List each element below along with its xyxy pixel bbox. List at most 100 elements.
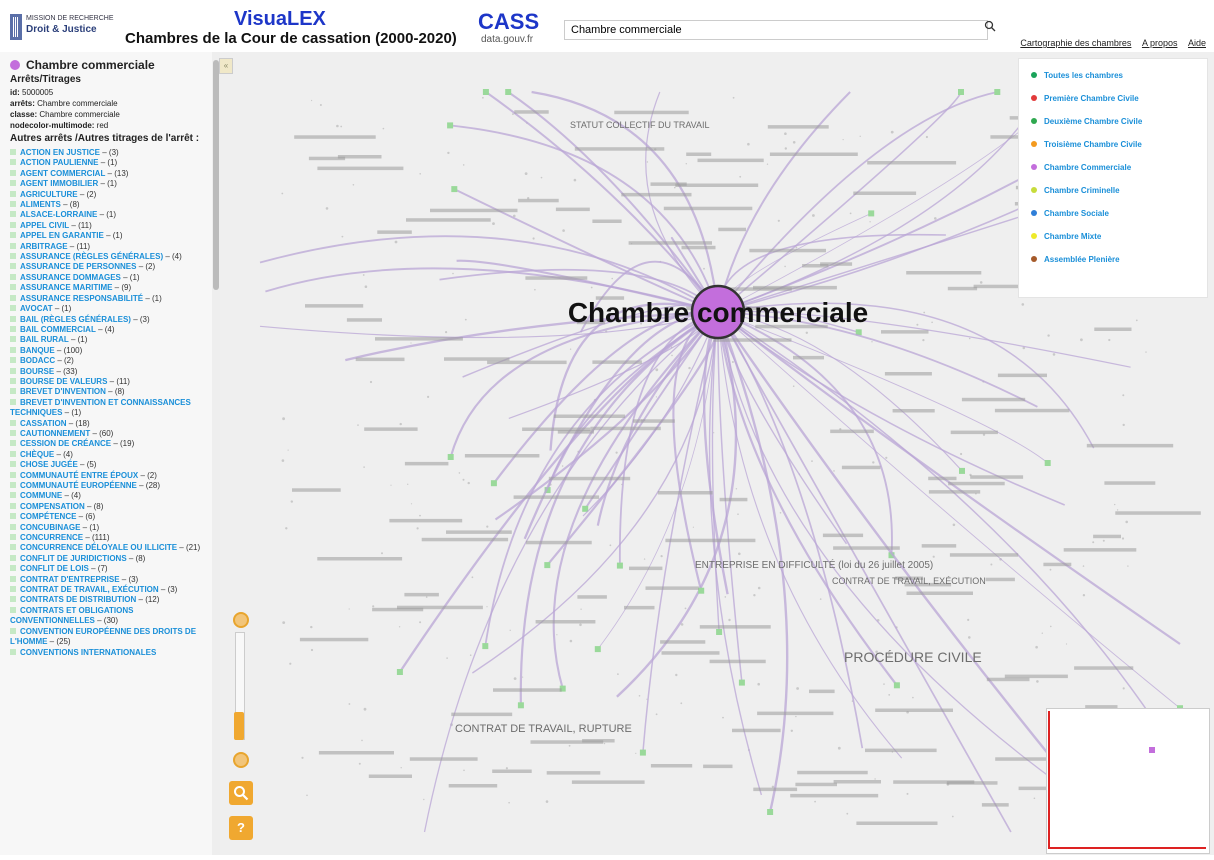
list-item-label[interactable]: CONVENTIONS INTERNATIONALES: [20, 648, 156, 657]
graph-label[interactable]: [318, 751, 394, 755]
graph-big-label[interactable]: PROCÉDURE CIVILE: [844, 649, 982, 665]
list-item[interactable]: CHOSE JUGÉE – (5): [10, 460, 208, 470]
graph-big-label[interactable]: STATUT COLLECTIF DU TRAVAIL: [570, 120, 710, 130]
cass-logo[interactable]: CASS: [478, 9, 539, 35]
zoom-out-button[interactable]: [233, 752, 249, 768]
graph-node[interactable]: [505, 89, 512, 95]
graph-label[interactable]: [661, 651, 720, 655]
graph-node[interactable]: [716, 629, 723, 635]
graph-label[interactable]: [577, 595, 607, 599]
graph-label[interactable]: [1094, 327, 1132, 332]
graph-label[interactable]: [865, 748, 937, 753]
graph-label[interactable]: [1063, 548, 1137, 552]
list-item[interactable]: BAIL RURAL – (1): [10, 335, 208, 345]
list-item-label[interactable]: ASSURANCE (RÈGLES GÉNÉRALES): [20, 252, 163, 261]
graph-label[interactable]: [530, 740, 604, 744]
legend-item[interactable]: Première Chambre Civile: [1031, 91, 1207, 105]
graph-label[interactable]: [1086, 443, 1174, 448]
graph-label[interactable]: [645, 586, 699, 590]
graph-label[interactable]: [947, 286, 978, 291]
graph-label[interactable]: [892, 409, 935, 413]
graph-label[interactable]: [822, 533, 864, 538]
list-item-label[interactable]: ASSURANCE DE PERSONNES: [20, 262, 136, 271]
graph-node[interactable]: [698, 587, 705, 594]
graph-node[interactable]: [958, 89, 964, 95]
graph-label[interactable]: [592, 219, 622, 224]
graph-label[interactable]: [525, 540, 592, 545]
list-item[interactable]: COMMUNE – (4): [10, 491, 208, 501]
list-item-label[interactable]: CAUTIONNEMENT: [20, 429, 90, 438]
list-item[interactable]: CONFLIT DE JURIDICTIONS – (8): [10, 554, 208, 564]
graph-label[interactable]: [574, 147, 665, 151]
list-item[interactable]: ASSURANCE DOMMAGES – (1): [10, 273, 208, 283]
graph-label[interactable]: [492, 769, 532, 774]
magnifier-icon[interactable]: [229, 781, 253, 805]
graph-node[interactable]: [447, 454, 454, 460]
legend-item[interactable]: Troisième Chambre Civile: [1031, 137, 1207, 151]
zoom-in-button[interactable]: [233, 612, 249, 628]
graph-label[interactable]: [421, 537, 509, 542]
graph-label[interactable]: [949, 553, 1019, 557]
graph-label[interactable]: [546, 771, 601, 775]
list-item-label[interactable]: CONFLIT DE JURIDICTIONS: [20, 554, 127, 563]
list-item[interactable]: AGENT IMMOBILIER – (1): [10, 179, 208, 189]
graph-label[interactable]: [317, 557, 403, 561]
list-item-label[interactable]: COMMUNAUTÉ EUROPÉENNE: [20, 481, 137, 490]
graph-label[interactable]: [650, 764, 693, 768]
list-item-label[interactable]: CONTRATS DE DISTRIBUTION: [20, 595, 136, 604]
list-item-label[interactable]: BOURSE: [20, 367, 54, 376]
graph-label[interactable]: [1104, 481, 1156, 485]
graph-label[interactable]: [793, 355, 824, 360]
graph-label[interactable]: [665, 538, 756, 543]
graph-label[interactable]: [853, 191, 917, 196]
graph-label[interactable]: [881, 330, 929, 334]
list-item[interactable]: CONVENTIONS INTERNATIONALES: [10, 648, 208, 658]
graph-label[interactable]: [809, 689, 835, 694]
list-item[interactable]: CONCURRENCE – (111): [10, 533, 208, 543]
list-item-label[interactable]: ASSURANCE DOMMAGES: [20, 273, 121, 282]
legend-item[interactable]: Chambre Commerciale: [1031, 160, 1207, 174]
graph-label[interactable]: [514, 110, 549, 114]
list-item-label[interactable]: CONCURRENCE DÉLOYALE OU ILLICITE: [20, 543, 177, 552]
list-item-label[interactable]: BANQUE: [20, 346, 55, 355]
graph-label[interactable]: [681, 245, 716, 250]
graph-label[interactable]: [535, 620, 596, 624]
list-item-label[interactable]: ASSURANCE MARITIME: [20, 283, 112, 292]
graph-label[interactable]: [981, 803, 1009, 807]
graph-label[interactable]: [555, 207, 590, 212]
graph-node[interactable]: [544, 562, 551, 569]
nav-link-cartographie[interactable]: Cartographie des chambres: [1020, 38, 1131, 48]
list-item-label[interactable]: CONFLIT DE LOIS: [20, 564, 89, 573]
graph-label[interactable]: [753, 285, 837, 290]
graph-label[interactable]: [621, 192, 692, 197]
list-item-label[interactable]: AGENT COMMERCIAL: [20, 169, 105, 178]
graph-big-label[interactable]: CONTRAT DE TRAVAIL, EXÉCUTION: [832, 576, 986, 586]
graph-node[interactable]: [738, 679, 745, 686]
list-item[interactable]: COMMUNAUTÉ EUROPÉENNE – (28): [10, 481, 208, 491]
list-item[interactable]: AVOCAT – (1): [10, 304, 208, 314]
list-item-label[interactable]: ALIMENTS: [20, 200, 61, 209]
graph-label[interactable]: [629, 566, 663, 571]
list-item[interactable]: CONTRATS ET OBLIGATIONS CONVENTIONNELLES…: [10, 606, 208, 627]
graph-label[interactable]: [292, 488, 341, 492]
graph-label[interactable]: [487, 360, 567, 365]
list-item-label[interactable]: CONTRAT DE TRAVAIL, EXÉCUTION: [20, 585, 159, 594]
list-item[interactable]: AGENT COMMERCIAL – (13): [10, 169, 208, 179]
graph-label[interactable]: [994, 408, 1070, 413]
list-item[interactable]: ASSURANCE DE PERSONNES – (2): [10, 262, 208, 272]
graph-label[interactable]: [375, 337, 463, 341]
graph-label[interactable]: [906, 271, 982, 275]
graph-label[interactable]: [464, 454, 540, 458]
list-item-label[interactable]: ALSACE-LORRAINE: [20, 210, 97, 219]
graph-label[interactable]: [513, 495, 600, 499]
list-item-label[interactable]: CONTRAT D'ENTREPRISE: [20, 575, 120, 584]
graph-label[interactable]: [928, 490, 981, 494]
graph-label[interactable]: [948, 481, 1005, 486]
graph-node[interactable]: [616, 562, 623, 569]
graph-node[interactable]: [959, 467, 965, 474]
list-item-label[interactable]: BAIL COMMERCIAL: [20, 325, 96, 334]
list-item[interactable]: CAUTIONNEMENT – (60): [10, 429, 208, 439]
list-item-label[interactable]: CASSATION: [20, 419, 67, 428]
list-item[interactable]: ASSURANCE (RÈGLES GÉNÉRALES) – (4): [10, 252, 208, 262]
graph-node[interactable]: [517, 702, 524, 709]
